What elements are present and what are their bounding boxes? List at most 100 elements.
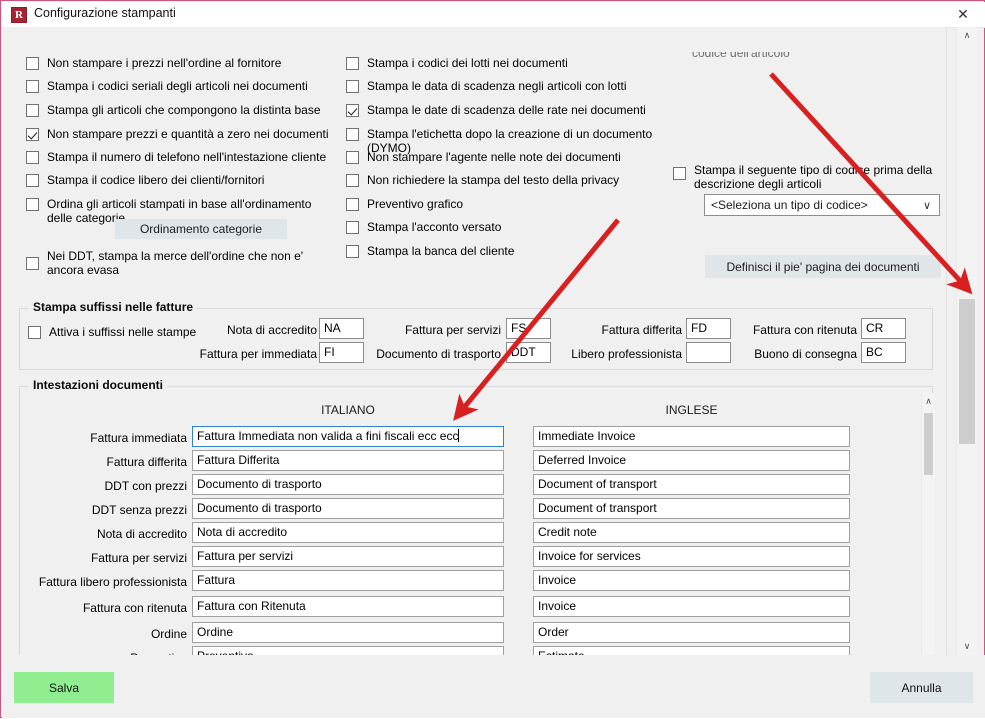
input-it-fattura-con-ritenuta[interactable]: Fattura con Ritenuta	[192, 596, 504, 617]
checkbox-non-stampare-agente-note[interactable]: Non stampare l'agente nelle note dei doc…	[346, 150, 666, 164]
checkbox-stampa-tipo-codice-prima-descrizione[interactable]: Stampa il seguente tipo di codice prima …	[673, 163, 938, 191]
checkbox-box[interactable]	[26, 151, 39, 164]
checkbox-label: Nei DDT, stampa la merce dell'ordine che…	[47, 249, 304, 277]
checkbox-stampa-banca-cliente[interactable]: Stampa la banca del cliente	[346, 244, 666, 258]
checkbox-box[interactable]	[26, 57, 39, 70]
input-it-preventivo[interactable]: Preventivo	[192, 646, 504, 655]
tipo-codice-select[interactable]: <Seleziona un tipo di codice> ∨	[704, 194, 940, 216]
checkbox-box[interactable]	[673, 167, 686, 180]
input-it-ddt-senza-prezzi[interactable]: Documento di trasporto	[192, 498, 504, 519]
checkbox-box[interactable]	[346, 198, 359, 211]
checkbox-box[interactable]	[346, 104, 359, 117]
checkbox-box[interactable]	[26, 128, 39, 141]
checkbox-box[interactable]	[26, 104, 39, 117]
column-header-italiano: ITALIANO	[321, 403, 375, 417]
checkbox-label: Non richiedere la stampa del testo della…	[367, 173, 620, 187]
scrollbar-thumb[interactable]	[924, 413, 933, 475]
input-it-fattura-immediata-value: Fattura Immediata non valida a fini fisc…	[197, 429, 459, 443]
input-it-fattura-immediata[interactable]: Fattura Immediata non valida a fini fisc…	[192, 426, 504, 447]
row-label-fattura-immediata: Fattura immediata	[90, 431, 187, 445]
checkbox-box[interactable]	[346, 57, 359, 70]
label-fattura-immediata-suffisso: Fattura per immediata	[199, 347, 317, 361]
checkbox-label: Preventivo grafico	[367, 197, 464, 211]
input-en-fattura-libero-professionista[interactable]: Invoice	[533, 570, 850, 591]
checkbox-non-stampare-prezzi-zero[interactable]: Non stampare prezzi e quantità a zero ne…	[26, 127, 336, 141]
checkbox-box[interactable]	[26, 198, 39, 211]
checkbox-stampa-telefono-intestazione[interactable]: Stampa il numero di telefono nell'intest…	[26, 150, 336, 164]
checkbox-box[interactable]	[346, 245, 359, 258]
input-en-ddt-con-prezzi[interactable]: Document of transport	[533, 474, 850, 495]
input-en-ddt-senza-prezzi[interactable]: Document of transport	[533, 498, 850, 519]
input-en-nota-di-accredito[interactable]: Credit note	[533, 522, 850, 543]
checkbox-stampa-codici-lotti[interactable]: Stampa i codici dei lotti nei documenti	[346, 56, 666, 70]
intestazioni-groupbox-title: Intestazioni documenti	[29, 378, 168, 392]
scroll-up-icon[interactable]: ∧	[957, 27, 977, 44]
checkbox-label: Non stampare i prezzi nell'ordine al for…	[47, 56, 282, 70]
checkbox-stampa-date-scadenza-rate[interactable]: Stampa le date di scadenza delle rate ne…	[346, 103, 666, 117]
checkbox-label: Stampa il seguente tipo di codice prima …	[694, 163, 933, 191]
checkbox-box[interactable]	[346, 128, 359, 141]
ordinamento-categorie-button[interactable]: Ordinamento categorie	[115, 219, 287, 239]
close-icon[interactable]: ✕	[945, 2, 981, 27]
scroll-up-icon[interactable]: ∧	[922, 393, 935, 410]
scrollbar-thumb[interactable]	[959, 299, 975, 444]
label-nota-accredito-suffisso: Nota di accredito	[226, 323, 317, 337]
definisci-pie-pagina-button[interactable]: Definisci il pie' pagina dei documenti	[705, 255, 941, 278]
checkbox-box[interactable]	[26, 174, 39, 187]
checkbox-box[interactable]	[346, 174, 359, 187]
checkbox-stampa-codici-seriali[interactable]: Stampa i codici seriali degli articoli n…	[26, 79, 336, 93]
input-it-ddt-con-prezzi[interactable]: Documento di trasporto	[192, 474, 504, 495]
input-buono-consegna-suffisso[interactable]: BC	[861, 342, 906, 363]
input-it-nota-di-accredito[interactable]: Nota di accredito	[192, 522, 504, 543]
input-it-fattura-per-servizi[interactable]: Fattura per servizi	[192, 546, 504, 567]
input-en-fattura-differita[interactable]: Deferred Invoice	[533, 450, 850, 471]
input-it-ordine[interactable]: Ordine	[192, 622, 504, 643]
checkbox-label: Stampa le data di scadenza negli articol…	[367, 79, 627, 93]
groupbox-border-right	[177, 308, 932, 309]
checkbox-non-stampare-prezzi-ordine-fornitore[interactable]: Non stampare i prezzi nell'ordine al for…	[26, 56, 326, 70]
row-label-fattura-libero-professionista: Fattura libero professionista	[38, 575, 187, 589]
label-fattura-servizi-suffisso: Fattura per servizi	[404, 323, 501, 337]
groupbox-border-left	[20, 308, 28, 309]
checkbox-stampa-codice-libero[interactable]: Stampa il codice libero dei clienti/forn…	[26, 173, 336, 187]
checkbox-stampa-articoli-distinta-base[interactable]: Stampa gli articoli che compongono la di…	[26, 103, 336, 117]
row-label-ddt-con-prezzi: DDT con prezzi	[104, 479, 187, 493]
cancel-button[interactable]: Annulla	[870, 672, 973, 703]
checkbox-stampa-acconto-versato[interactable]: Stampa l'acconto versato	[346, 220, 666, 234]
input-en-ordine[interactable]: Order	[533, 622, 850, 643]
checkbox-box[interactable]	[28, 326, 41, 339]
input-it-fattura-differita[interactable]: Fattura Differita	[192, 450, 504, 471]
settings-scroll-area: codice dell'articolo Non stampare i prez…	[2, 27, 946, 655]
text-caret	[458, 429, 460, 442]
input-en-fattura-immediata[interactable]: Immediate Invoice	[533, 426, 850, 447]
intestazioni-scrollbar[interactable]: ∧ ∨	[921, 393, 935, 655]
checkbox-label: Stampa i codici seriali degli articoli n…	[47, 79, 308, 93]
label-documento-trasporto-suffisso: Documento di trasporto	[376, 347, 501, 361]
checkbox-non-richiedere-stampa-privacy[interactable]: Non richiedere la stampa del testo della…	[346, 173, 666, 187]
row-label-fattura-per-servizi: Fattura per servizi	[90, 551, 187, 565]
checkbox-box[interactable]	[346, 80, 359, 93]
input-en-fattura-con-ritenuta[interactable]: Invoice	[533, 596, 850, 617]
checkbox-stampa-data-scadenza-lotti[interactable]: Stampa le data di scadenza negli articol…	[346, 79, 666, 93]
window-title: Configurazione stampanti	[34, 6, 176, 20]
checkbox-label: Stampa il numero di telefono nell'intest…	[47, 150, 327, 164]
input-en-preventivo[interactable]: Estimate	[533, 646, 850, 655]
checkbox-box[interactable]	[26, 257, 39, 270]
window-scrollbar[interactable]: ∧ ∨	[956, 27, 977, 655]
groupbox-border-right	[152, 386, 932, 387]
input-it-fattura-libero-professionista[interactable]: Fattura	[192, 570, 504, 591]
checkbox-label: Stampa la banca del cliente	[367, 244, 515, 258]
checkbox-box[interactable]	[26, 80, 39, 93]
checkbox-preventivo-grafico[interactable]: Preventivo grafico	[346, 197, 666, 211]
row-label-fattura-con-ritenuta: Fattura con ritenuta	[82, 601, 187, 615]
scroll-down-icon[interactable]: ∨	[957, 638, 977, 655]
save-button[interactable]: Salva	[14, 672, 114, 703]
checkbox-ddt-stampa-merce-non-evasa[interactable]: Nei DDT, stampa la merce dell'ordine che…	[26, 249, 326, 277]
window-titlebar: R Configurazione stampanti ✕	[2, 2, 985, 28]
checkbox-box[interactable]	[346, 221, 359, 234]
label-fattura-differita-suffisso: Fattura differita	[601, 323, 682, 337]
input-en-fattura-per-servizi[interactable]: Invoice for services	[533, 546, 850, 567]
label-fattura-ritenuta-suffisso: Fattura con ritenuta	[752, 323, 857, 337]
checkbox-box[interactable]	[346, 151, 359, 164]
input-fattura-ritenuta-suffisso[interactable]: CR	[861, 318, 906, 339]
